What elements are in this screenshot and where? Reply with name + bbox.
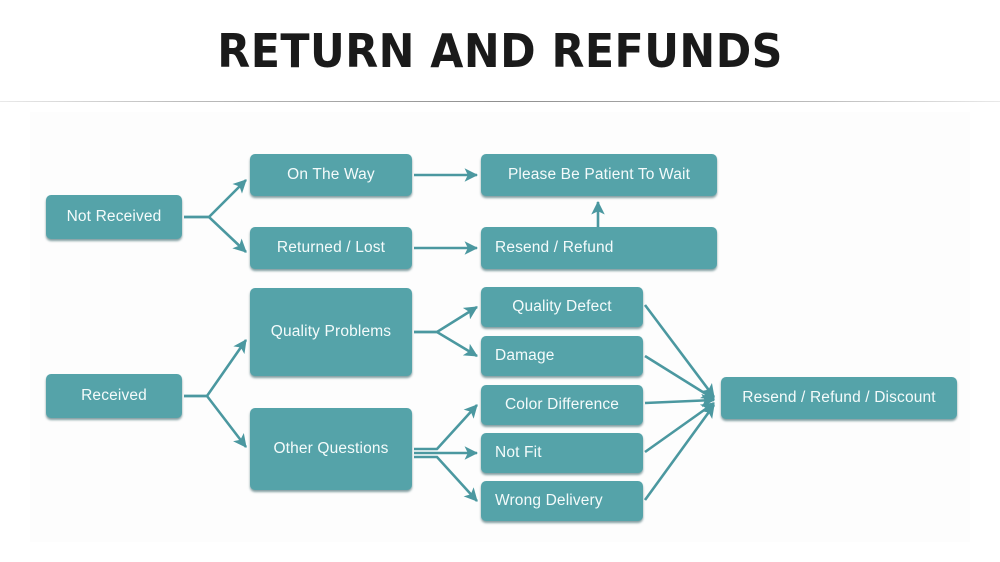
node-label: Resend / Refund / Discount	[742, 389, 936, 407]
node-label: Received	[81, 387, 147, 405]
title-bar: RETURN AND REFUNDS	[0, 0, 1000, 102]
node-label: Wrong Delivery	[495, 492, 603, 510]
node-label: Please Be Patient To Wait	[507, 166, 691, 184]
node-label: On The Way	[287, 166, 375, 184]
node-wrong-delivery[interactable]: Wrong Delivery	[481, 481, 643, 521]
node-label: Damage	[495, 347, 555, 365]
node-other-questions[interactable]: Other Questions	[250, 408, 412, 490]
edge-quality-problems-to-damage	[414, 330, 478, 358]
node-quality-problems[interactable]: Quality Problems	[250, 288, 412, 376]
node-resend-refund-discount[interactable]: Resend / Refund / Discount	[721, 377, 957, 419]
edge-damage-to-resend-refund-discount	[644, 354, 715, 401]
edge-not-received-to-on-the-way	[184, 179, 247, 219]
slide-canvas: RETURN AND REFUNDS Not Received Received…	[0, 0, 1000, 562]
node-label: Not Fit	[495, 444, 542, 462]
edge-other-questions-to-wrong-delivery	[414, 455, 478, 502]
node-label: Returned / Lost	[276, 239, 386, 257]
node-color-difference[interactable]: Color Difference	[481, 385, 643, 425]
node-quality-defect[interactable]: Quality Defect	[481, 287, 643, 327]
node-on-the-way[interactable]: On The Way	[250, 154, 412, 196]
edge-quality-problems-to-quality-defect	[414, 305, 478, 334]
flowchart-canvas: Not Received Received On The Way Returne…	[0, 102, 1000, 562]
node-damage[interactable]: Damage	[481, 336, 643, 376]
node-label: Color Difference	[504, 396, 620, 414]
node-label: Quality Defect	[512, 298, 612, 316]
node-label: Quality Problems	[270, 323, 392, 341]
node-please-be-patient-to-wait[interactable]: Please Be Patient To Wait	[481, 154, 717, 196]
node-received[interactable]: Received	[46, 374, 182, 418]
edge-not-fit-to-resend-refund-discount	[644, 401, 715, 454]
node-not-fit[interactable]: Not Fit	[481, 433, 643, 473]
edge-color-difference-to-resend-refund-discount	[644, 393, 716, 408]
node-label: Not Received	[66, 208, 162, 226]
edge-other-questions-to-color-difference	[414, 404, 478, 451]
node-label: Resend / Refund	[495, 239, 614, 257]
node-not-received[interactable]: Not Received	[46, 195, 182, 239]
page-title: RETURN AND REFUNDS	[217, 24, 783, 78]
edge-not-received-to-returned-lost	[184, 215, 247, 253]
edge-wrong-delivery-to-resend-refund-discount	[643, 404, 716, 501]
node-returned-lost[interactable]: Returned / Lost	[250, 227, 412, 269]
edge-received-to-other-questions	[184, 394, 248, 448]
node-label: Other Questions	[273, 440, 389, 458]
node-resend-refund[interactable]: Resend / Refund	[481, 227, 717, 269]
edge-received-to-quality-problems	[184, 339, 248, 398]
edge-quality-defect-to-resend-refund-discount	[643, 304, 716, 398]
